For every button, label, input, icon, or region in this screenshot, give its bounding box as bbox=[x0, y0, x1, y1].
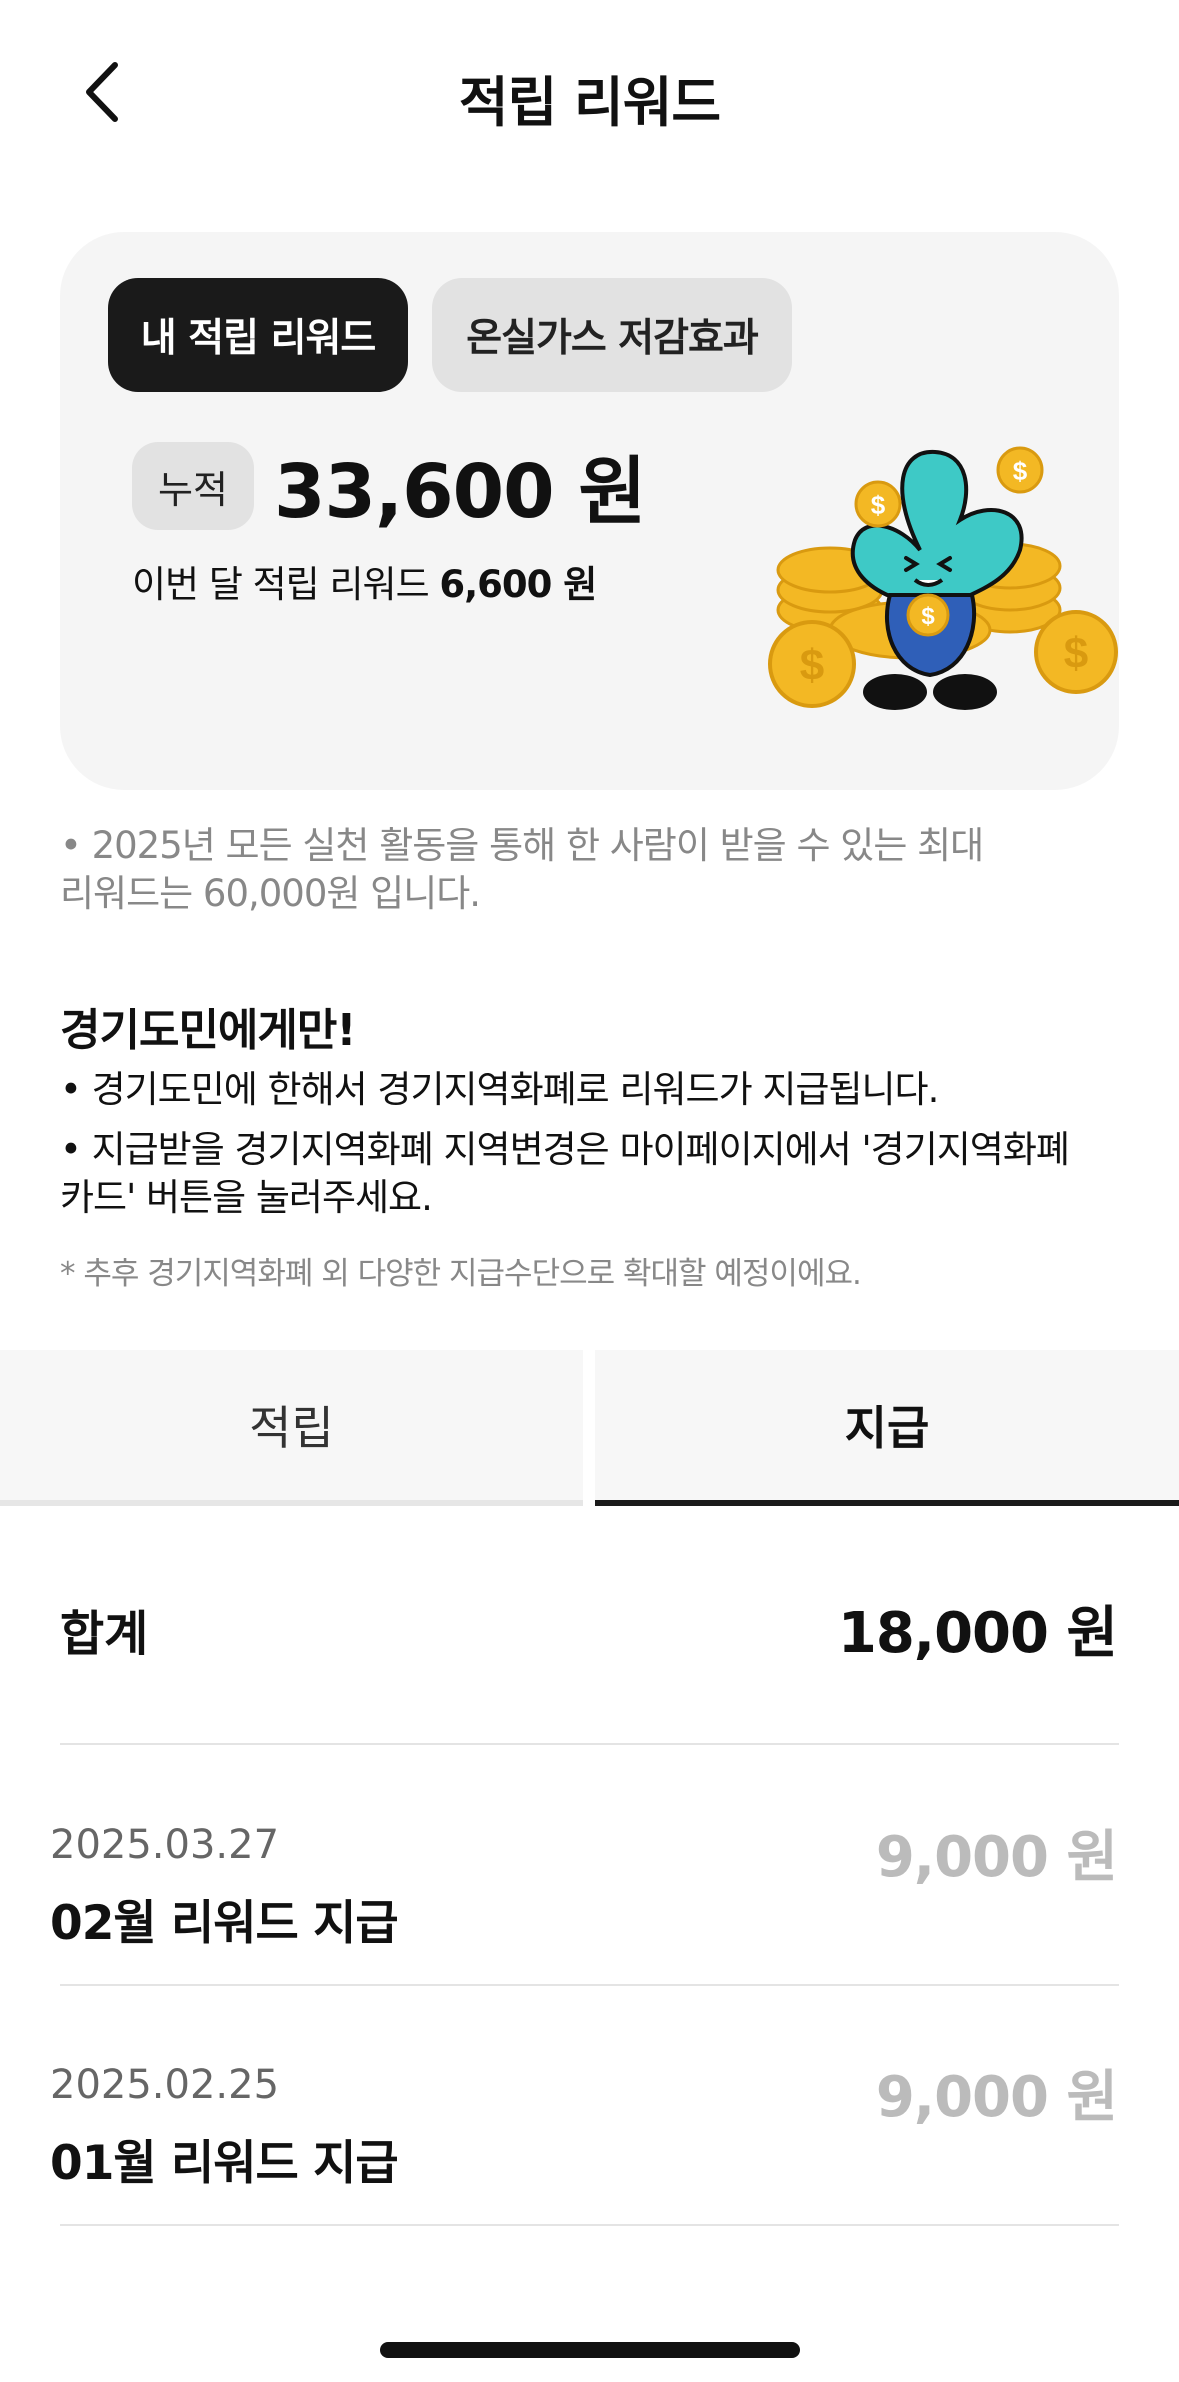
monthly-reward-line: 이번 달 적립 리워드 6,600 원 bbox=[132, 554, 597, 608]
info-line: 카드' 버튼을 눌러주세요. bbox=[60, 1176, 433, 1219]
total-reward-amount: 33,600 원 bbox=[274, 449, 646, 535]
notice-line: 리워드는 60,000원 입니다. bbox=[60, 872, 481, 915]
svg-text:$: $ bbox=[871, 490, 886, 520]
divider bbox=[60, 1984, 1119, 1986]
divider bbox=[60, 2224, 1119, 2226]
home-indicator[interactable] bbox=[380, 2342, 800, 2358]
info-title: 경기도민에게만! bbox=[60, 1005, 356, 1056]
payout-date: 2025.02.25 bbox=[50, 2062, 280, 2108]
payout-amount: 9,000 원 bbox=[875, 2065, 1118, 2130]
total-value: 18,000 원 bbox=[837, 1601, 1118, 1666]
info-line: • 지급받을 경기지역화폐 지역변경은 마이페이지에서 '경기지역화폐 bbox=[60, 1128, 1070, 1171]
payout-amount: 9,000 원 bbox=[875, 1825, 1118, 1890]
svg-text:$: $ bbox=[800, 641, 824, 690]
total-label: 합계 bbox=[60, 1606, 149, 1662]
history-tabs: 적립 지급 bbox=[0, 1350, 1179, 1506]
info-line: • 경기도민에 한해서 경기지역화폐로 리워드가 지급됩니다. bbox=[60, 1068, 939, 1111]
monthly-reward-value: 6,600 원 bbox=[439, 563, 597, 606]
payout-title: 02월 리워드 지급 bbox=[50, 1896, 399, 1951]
svg-text:$: $ bbox=[1064, 629, 1088, 678]
cumulative-badge: 누적 bbox=[132, 442, 254, 530]
reward-summary-card: 내 적립 리워드 온실가스 저감효과 누적 33,600 원 이번 달 적립 리… bbox=[60, 232, 1119, 790]
svg-text:$: $ bbox=[921, 603, 935, 630]
tab-accumulate[interactable]: 적립 bbox=[0, 1350, 583, 1506]
tab-payout[interactable]: 지급 bbox=[595, 1350, 1179, 1506]
payout-title: 01월 리워드 지급 bbox=[50, 2136, 399, 2191]
divider bbox=[60, 1743, 1119, 1745]
payout-date: 2025.03.27 bbox=[50, 1822, 280, 1868]
mascot-coins-illustration: $ $ $ $ $ bbox=[768, 446, 1118, 710]
reward-limit-notice: • 2025년 모든 실천 활동을 통해 한 사람이 받을 수 있는 최대 리워… bbox=[60, 822, 1110, 918]
tab-my-reward[interactable]: 내 적립 리워드 bbox=[108, 278, 408, 392]
monthly-reward-label: 이번 달 적립 리워드 bbox=[132, 563, 430, 606]
notice-line: • 2025년 모든 실천 활동을 통해 한 사람이 받을 수 있는 최대 bbox=[60, 824, 984, 867]
app-header: 적립 리워드 bbox=[0, 0, 1179, 180]
page-title: 적립 리워드 bbox=[458, 71, 721, 134]
svg-text:$: $ bbox=[1013, 456, 1028, 486]
info-note: * 추후 경기지역화폐 외 다양한 지급수단으로 확대할 예정이에요. bbox=[60, 1256, 862, 1292]
tab-greenhouse-effect[interactable]: 온실가스 저감효과 bbox=[432, 278, 792, 392]
